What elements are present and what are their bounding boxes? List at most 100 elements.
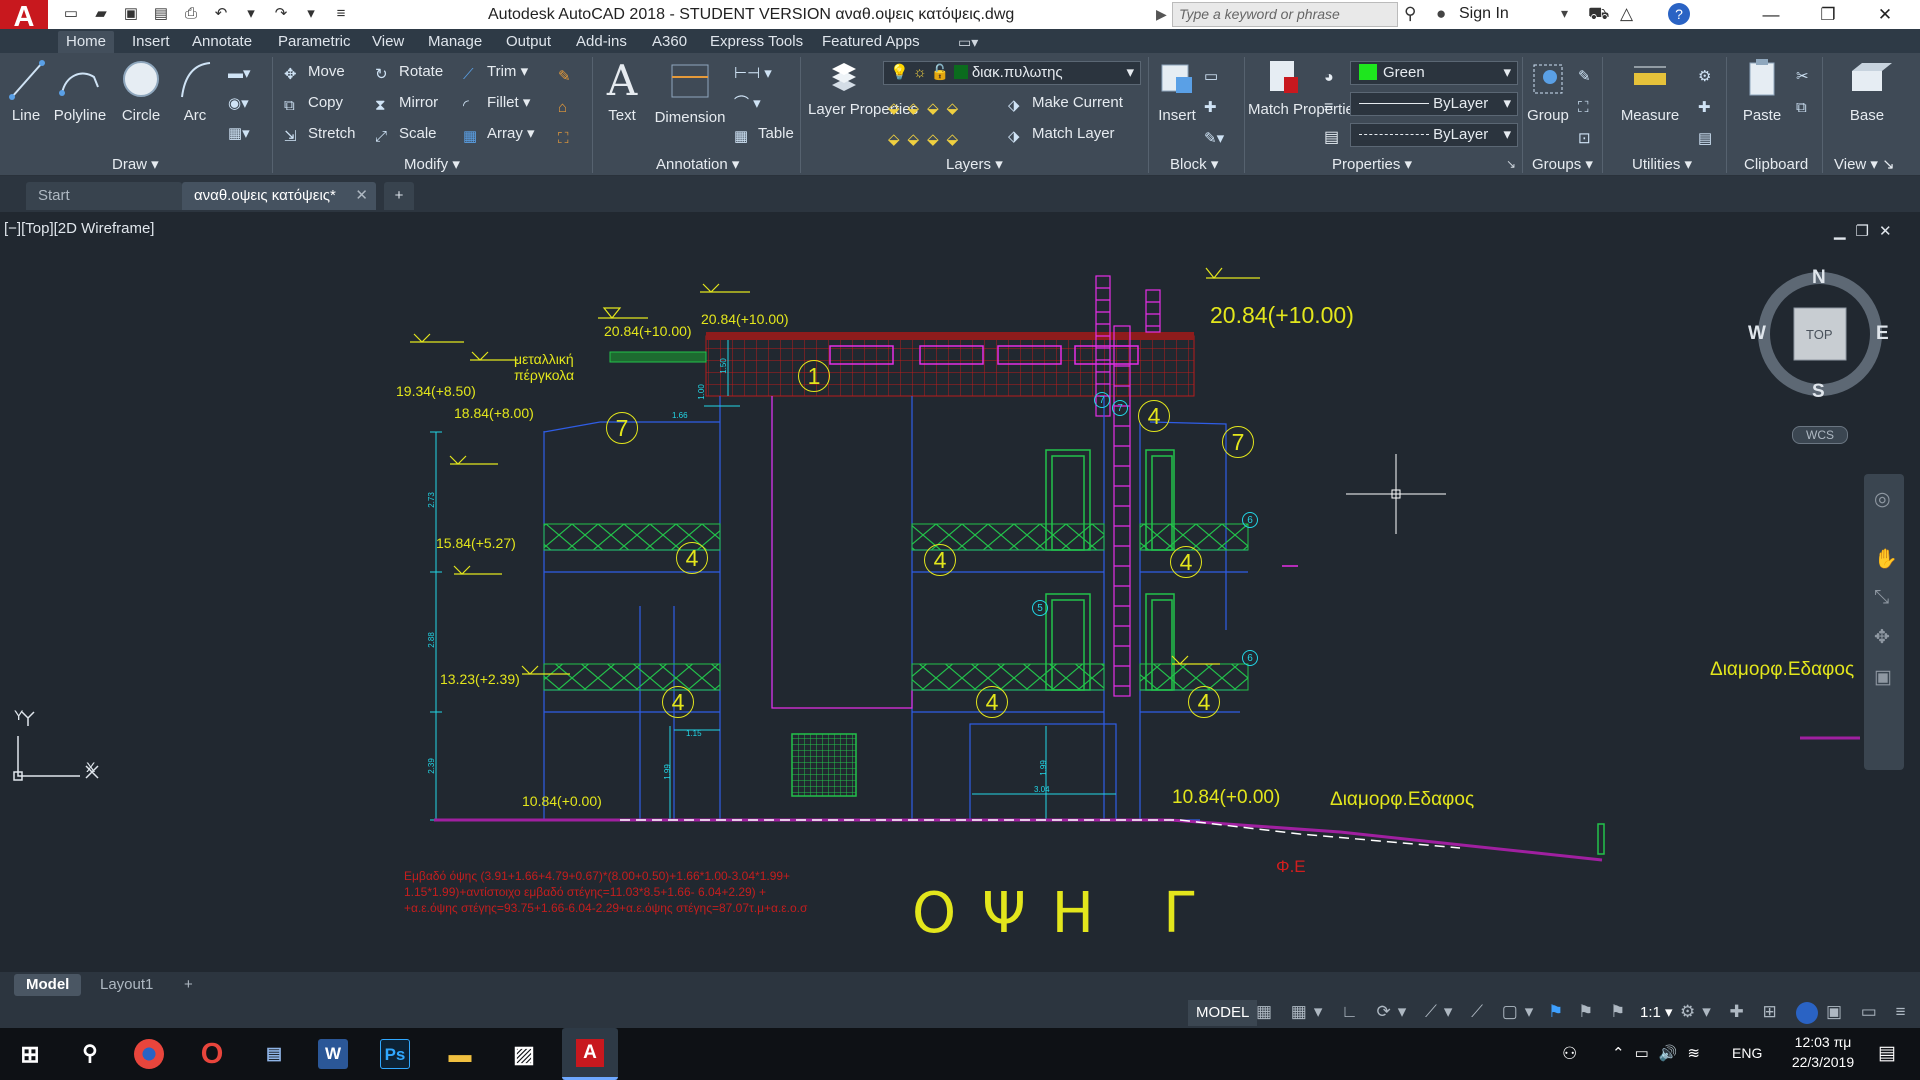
linetype-dropdown[interactable]: ByLayer ▾ [1350, 92, 1518, 116]
tab-featured-apps[interactable]: Featured Apps [814, 31, 928, 53]
array-button[interactable]: ▦ Array ▾ [463, 123, 535, 145]
tab-insert[interactable]: Insert [124, 31, 178, 53]
binoculars-icon[interactable]: ⚲ [1404, 4, 1416, 24]
match-properties-button[interactable]: Match Properties [1248, 57, 1361, 118]
match-layer-button[interactable]: ⬗ Match Layer [1008, 123, 1115, 145]
orbit-icon[interactable]: ✥ [1874, 628, 1890, 647]
viewcube[interactable]: N S E W TOP [1748, 266, 1890, 404]
view-panel-caption[interactable]: View ▾ ↘ [1834, 154, 1895, 176]
copy-button[interactable]: ⧉ Copy [284, 92, 343, 114]
modify-panel-caption[interactable]: Modify ▾ [404, 154, 460, 176]
save-as-icon[interactable]: ▤ [150, 4, 172, 24]
viewport-controls-label[interactable]: [−][Top][2D Wireframe] [4, 220, 154, 237]
start-tab[interactable]: Start [26, 182, 182, 210]
compass-west[interactable]: W [1748, 324, 1766, 343]
polyline-button[interactable]: Polyline [52, 57, 108, 124]
hardware-acceleration-icon[interactable] [1796, 1002, 1818, 1024]
base-button[interactable]: Base [1842, 57, 1892, 124]
steering-wheel-icon[interactable]: ◎ [1874, 490, 1891, 509]
status-toggles-left[interactable]: ▦ ▦▾ ∟ ⟳▾ ⟋▾ ⟋ ▢▾ [1256, 1002, 1540, 1022]
tab-a360[interactable]: A360 [644, 31, 695, 53]
property-icons[interactable]: ◕ ≡ ▤ [1324, 63, 1339, 153]
people-icon[interactable]: ⚇ [1562, 1044, 1577, 1064]
annotation-scale[interactable]: 1:1 ▾ [1640, 1003, 1673, 1021]
notifications-icon[interactable]: ▤ [1878, 1042, 1896, 1065]
status-toggles-right[interactable]: ⚙▾ ✚ ⊞ [1680, 1002, 1784, 1022]
dropdown-icon[interactable]: ▾ [240, 4, 262, 24]
input-language[interactable]: ENG [1732, 1045, 1762, 1061]
draw-extra-icons[interactable]: ▬▾ ◉▾ ▦▾ [228, 59, 251, 149]
autocad-taskbar-button[interactable]: A [562, 1028, 618, 1080]
undo-icon[interactable]: ↶ [210, 4, 232, 24]
open-icon[interactable]: ▰ [90, 4, 112, 24]
layer-dropdown[interactable]: 💡 ☼ 🔓 διακ.πυλωτης ▾ [883, 61, 1141, 85]
properties-launcher-icon[interactable]: ↘ [1506, 157, 1516, 171]
block-extra-icons[interactable]: ▭ ✚ ✎▾ [1204, 61, 1224, 154]
arc-button[interactable]: Arc [174, 57, 216, 124]
new-tab-button[interactable]: + [384, 182, 414, 210]
draw-panel-caption[interactable]: Draw ▾ [112, 154, 159, 176]
measure-button[interactable]: Measure [1614, 57, 1686, 124]
expand-arrow-icon[interactable]: ▶ [1156, 6, 1167, 23]
tab-manage[interactable]: Manage [420, 31, 490, 53]
customize-qat-icon[interactable]: ≡ [330, 4, 352, 24]
tray-icons[interactable]: ⌃▭🔊≋ [1612, 1044, 1710, 1062]
block-panel-caption[interactable]: Block ▾ [1170, 154, 1218, 176]
line-button[interactable]: Line [6, 57, 46, 124]
fillet-button[interactable]: ◜ Fillet ▾ [463, 92, 530, 114]
layer-tool-icons[interactable]: ⬙⬙⬙⬙ ⬙⬙⬙⬙ [888, 93, 966, 155]
scale-button[interactable]: ⤢ Scale [375, 123, 437, 145]
stretch-button[interactable]: ⇲ Stretch [284, 123, 356, 145]
close-tab-icon[interactable]: ✕ [355, 182, 368, 210]
annotation-icons[interactable]: ⚑ [1548, 1002, 1569, 1022]
compass-south[interactable]: S [1812, 382, 1825, 401]
circle-button[interactable]: Circle [118, 57, 164, 124]
move-button[interactable]: ✥ Move [284, 61, 345, 83]
minimize-button[interactable]: — [1748, 0, 1794, 29]
model-tab[interactable]: Model [14, 974, 82, 996]
insert-button[interactable]: Insert [1152, 57, 1202, 124]
chevron-down-icon[interactable]: ▾ [1561, 5, 1568, 22]
model-viewport[interactable]: [−][Top][2D Wireframe] ▁❐✕ 20.84(+10.00)… [0, 216, 1910, 972]
viewcube-top-face[interactable]: TOP [1806, 328, 1833, 341]
zoom-extents-icon[interactable]: ⤡ [1874, 588, 1889, 607]
sign-in-link[interactable]: Sign In [1459, 5, 1509, 23]
tab-add-ins[interactable]: Add-ins [568, 31, 635, 53]
drawing-tab[interactable]: αναθ.οψεις κατόψεις* ✕ [182, 182, 376, 210]
wcs-menu[interactable]: WCS [1792, 426, 1848, 444]
pan-icon[interactable]: ✋ [1874, 550, 1898, 569]
search-icon[interactable]: ⚲ [72, 1036, 108, 1072]
dropdown-icon[interactable]: ▾ [300, 4, 322, 24]
windows-start-icon[interactable]: ⊞ [12, 1036, 48, 1072]
color-dropdown[interactable]: Green ▾ [1350, 61, 1518, 85]
a360-icon[interactable]: △ [1620, 4, 1633, 24]
rotate-button[interactable]: ↻ Rotate [375, 61, 443, 83]
tab-home[interactable]: Home [58, 31, 115, 53]
annotation-visibility-icons[interactable]: ⚑ ⚑ [1578, 1002, 1631, 1022]
file-explorer-icon[interactable]: ▬ [442, 1036, 478, 1072]
groups-extra-icons[interactable]: ✎ ⛶ ⊡ [1578, 61, 1591, 154]
groups-panel-caption[interactable]: Groups ▾ [1532, 154, 1593, 176]
modify-extra-icons[interactable]: ✎ ⌂ ⛶ [558, 61, 571, 154]
status-toggles-end[interactable]: ▣ ▭ ≡ [1826, 1002, 1913, 1022]
compass-east[interactable]: E [1876, 324, 1889, 343]
group-button[interactable]: Group [1526, 57, 1570, 124]
lineweight-dropdown[interactable]: ByLayer ▾ [1350, 123, 1518, 147]
clipboard-extra-icons[interactable]: ✂ ⧉ [1796, 61, 1809, 123]
drawing-canvas[interactable] [0, 216, 1910, 972]
file-manager-icon[interactable]: ▤ [256, 1036, 292, 1072]
paste-button[interactable]: Paste [1738, 57, 1786, 124]
mirror-button[interactable]: ⧗ Mirror [375, 92, 438, 114]
clock[interactable]: 12:03 πμ 22/3/2019 [1786, 1034, 1860, 1070]
layers-panel-caption[interactable]: Layers ▾ [946, 154, 1003, 176]
viewport-window-controls[interactable]: ▁❐✕ [1834, 222, 1902, 240]
opera-icon[interactable]: O [194, 1036, 230, 1072]
dimension-button[interactable]: Dimension [652, 57, 728, 126]
print-icon[interactable]: ⎙ [180, 4, 202, 24]
showmotion-icon[interactable]: ▣ [1874, 668, 1892, 687]
add-layout-button[interactable]: + [172, 974, 205, 996]
search-input[interactable]: Type a keyword or phrase [1172, 2, 1398, 27]
photos-icon[interactable]: ▨ [506, 1036, 542, 1072]
tab-view[interactable]: View [364, 31, 412, 53]
redo-icon[interactable]: ↷ [270, 4, 292, 24]
